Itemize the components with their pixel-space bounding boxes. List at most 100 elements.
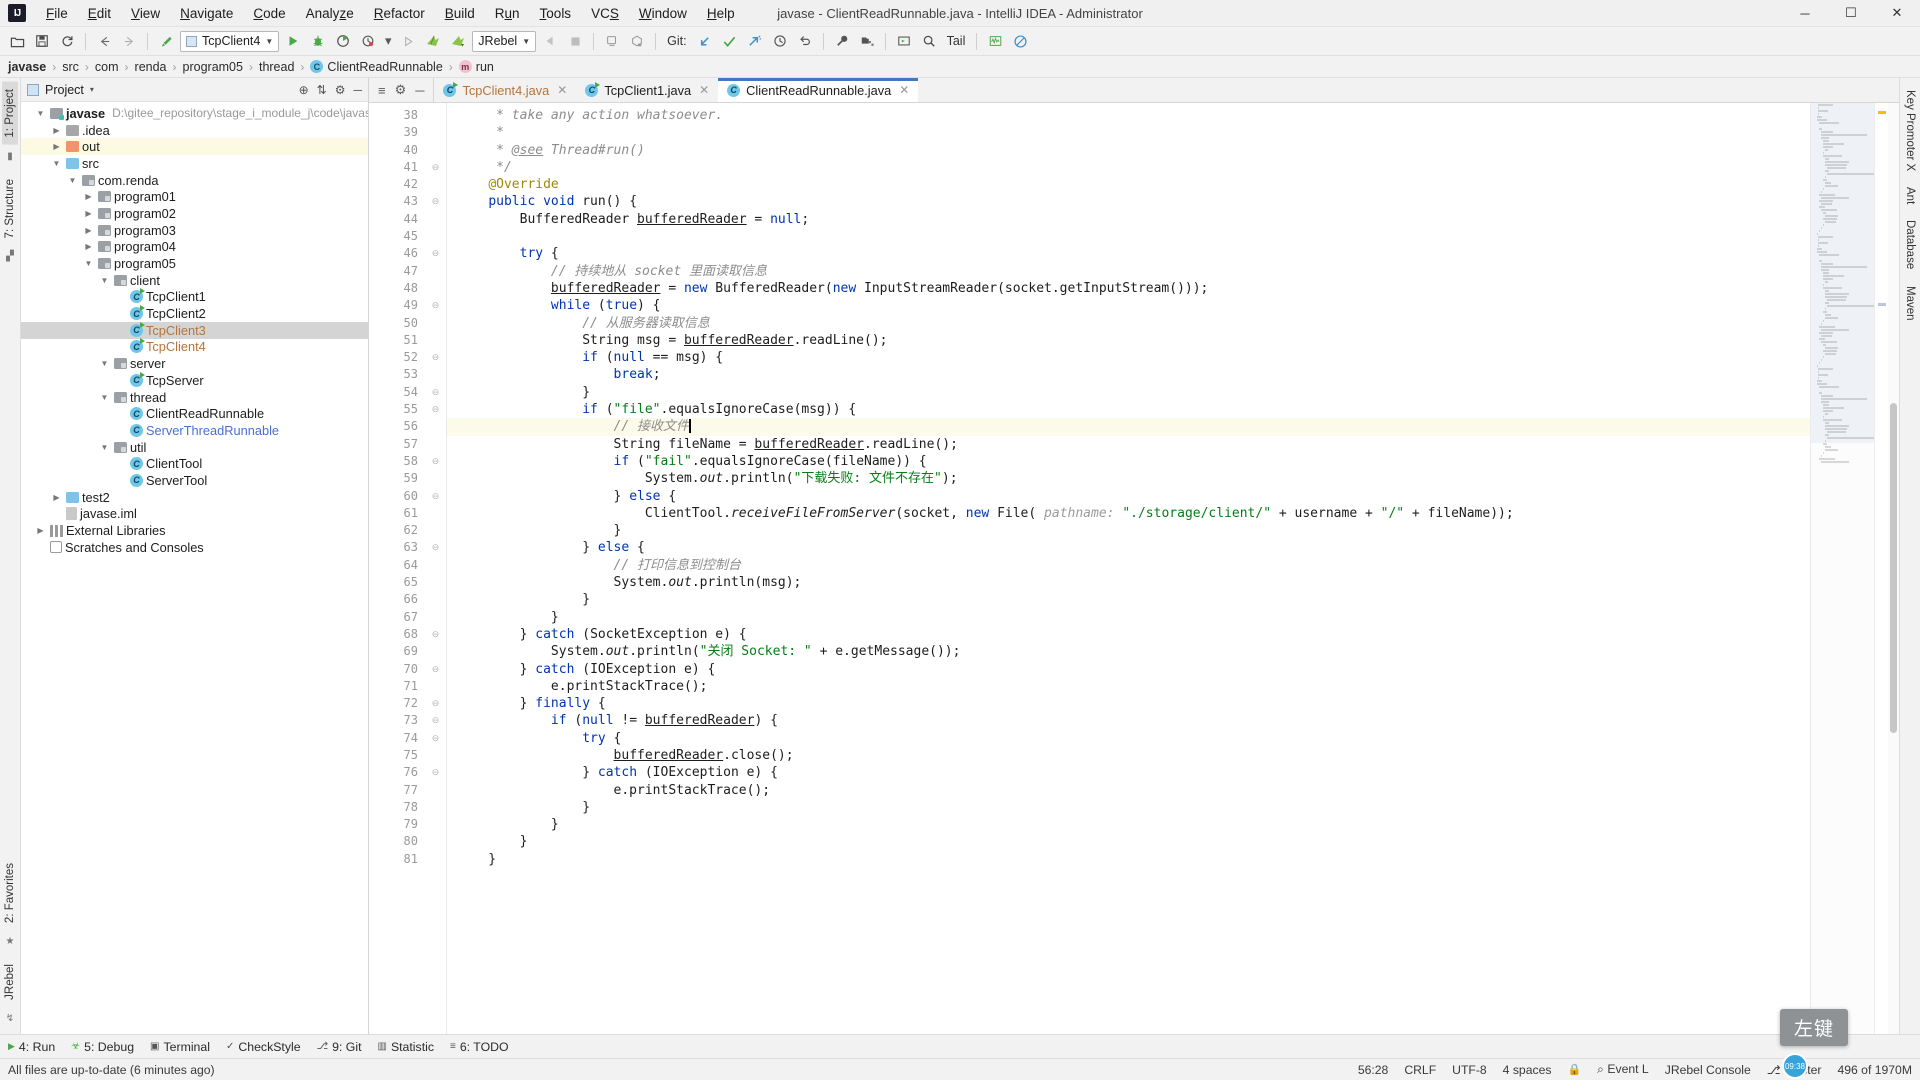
tab-tcpclient1[interactable]: C TcpClient1.java ✕ <box>576 78 719 102</box>
tree-node-server[interactable]: ▼ server <box>21 355 368 372</box>
tree-expand-arrow[interactable]: ▶ <box>83 209 94 218</box>
line-number[interactable]: 62 <box>369 522 425 539</box>
tree-expand-arrow[interactable]: ▼ <box>83 259 94 268</box>
disable-icon[interactable] <box>1009 30 1031 52</box>
minimap-viewport[interactable] <box>1811 103 1874 443</box>
build-project-icon[interactable] <box>155 30 177 52</box>
line-number[interactable]: 79 <box>369 816 425 833</box>
tree-expand-arrow[interactable]: ▼ <box>99 393 110 402</box>
code-line[interactable]: // 接收文件 <box>447 418 1810 436</box>
code-line[interactable]: } <box>447 833 1810 850</box>
breadcrumb-program05[interactable]: program05 <box>183 60 243 74</box>
breadcrumb-clientreadrunnable[interactable]: ClientReadRunnable <box>327 60 442 74</box>
menu-file[interactable]: File <box>36 2 78 25</box>
line-number[interactable]: 61 <box>369 505 425 522</box>
fold-toggle[interactable]: ⊖ <box>425 764 446 781</box>
code-line[interactable]: ClientTool.receiveFileFromServer(socket,… <box>447 505 1810 522</box>
code-line[interactable]: bufferedReader.close(); <box>447 747 1810 764</box>
toolwindow-terminal[interactable]: ▣ Terminal <box>150 1040 210 1054</box>
project-panel-title[interactable]: Project <box>45 83 84 97</box>
toolwindow-statistic[interactable]: ▥ Statistic <box>377 1040 434 1054</box>
line-number[interactable]: 53 <box>369 366 425 383</box>
fold-toggle[interactable]: ⊖ <box>425 661 446 678</box>
code-line[interactable]: System.out.println("关闭 Socket: " + e.get… <box>447 643 1810 660</box>
code-line[interactable]: System.out.println("下载失败: 文件不存在"); <box>447 470 1810 487</box>
code-line[interactable]: } <box>447 851 1810 868</box>
project-tree[interactable]: ▼ javase D:\gitee_repository\stage_i_modul… <box>21 102 368 1034</box>
line-number[interactable]: 80 <box>369 833 425 850</box>
code-line[interactable]: System.out.println(msg); <box>447 574 1810 591</box>
line-number[interactable]: 78 <box>369 799 425 816</box>
code-line[interactable]: if ("file".equalsIgnoreCase(msg)) { <box>447 401 1810 418</box>
code-line[interactable]: } catch (SocketException e) { <box>447 626 1810 643</box>
line-number[interactable]: 46 <box>369 245 425 262</box>
line-number[interactable]: 44 <box>369 211 425 228</box>
line-number-gutter[interactable]: 383940414243I444546474849505152535455565… <box>369 103 439 1034</box>
navigate-back-icon[interactable] <box>93 30 115 52</box>
line-number[interactable]: 76 <box>369 764 425 781</box>
tree-node-client[interactable]: ▼ client <box>21 272 368 289</box>
line-number[interactable]: 48 <box>369 280 425 297</box>
tree-node-src[interactable]: ▼ src <box>21 155 368 172</box>
breadcrumb-run[interactable]: run <box>476 60 494 74</box>
tree-node-clienttool[interactable]: ▶CClientTool <box>21 455 368 472</box>
tab-clientreadrunnable[interactable]: C ClientReadRunnable.java ✕ <box>718 78 919 102</box>
tab-tcpclient4[interactable]: C TcpClient4.java ✕ <box>434 78 577 102</box>
tree-node-tcpclient4[interactable]: ▶CTcpClient4 <box>21 338 368 356</box>
monitor-icon[interactable] <box>984 30 1006 52</box>
event-log[interactable]: ⌕ Event L <box>1597 1062 1649 1077</box>
code-line[interactable]: * @see Thread#run() <box>447 142 1810 159</box>
tree-expand-arrow[interactable]: ▼ <box>67 176 78 185</box>
menu-help[interactable]: Help <box>697 2 745 25</box>
line-number[interactable]: 71 <box>369 678 425 695</box>
tree-expand-arrow[interactable]: ▼ <box>35 109 46 118</box>
line-number[interactable]: 47 <box>369 263 425 280</box>
tree-node-tcpclient3[interactable]: ▶CTcpClient3 <box>21 321 368 339</box>
line-number[interactable]: 66 <box>369 591 425 608</box>
memory-indicator[interactable]: 496 of 1970M <box>1837 1063 1912 1077</box>
code-line[interactable]: } <box>447 799 1810 816</box>
rail-button-jrebel[interactable]: JRebel <box>2 957 18 1007</box>
fold-toggle[interactable]: ⊖ <box>425 453 446 470</box>
tree-node-tcpclient2[interactable]: ▶CTcpClient2 <box>21 305 368 322</box>
git-history-icon[interactable] <box>769 30 791 52</box>
menu-window[interactable]: Window <box>629 2 697 25</box>
code-line[interactable]: } <box>447 609 1810 626</box>
code-line[interactable]: e.printStackTrace(); <box>447 678 1810 695</box>
debug-icon[interactable] <box>307 30 329 52</box>
code-line[interactable]: while (true) { <box>447 297 1810 314</box>
tree-expand-arrow[interactable]: ▶ <box>51 142 62 151</box>
fold-toggle[interactable]: ⊖ <box>425 159 446 176</box>
code-line[interactable]: } <box>447 522 1810 539</box>
tree-expand-arrow[interactable]: ▶ <box>83 242 94 251</box>
toolwindow-debug[interactable]: ☣ 5: Debug <box>71 1040 134 1054</box>
tree-node-program05[interactable]: ▼ program05 <box>21 255 368 272</box>
tree-node-program02[interactable]: ▶ program02 <box>21 205 368 222</box>
code-line[interactable]: if (null != bufferedReader) { <box>447 712 1810 729</box>
fold-toggle[interactable]: ⊖ <box>425 384 446 401</box>
stripe-change-mark[interactable] <box>1878 303 1886 306</box>
git-commit-icon[interactable] <box>719 30 741 52</box>
search-everywhere-icon[interactable] <box>918 30 940 52</box>
code-line[interactable]: } <box>447 816 1810 833</box>
menu-code[interactable]: Code <box>243 2 295 25</box>
close-icon-tcpclient1[interactable]: ✕ <box>699 83 709 97</box>
step-back-icon[interactable] <box>539 30 561 52</box>
tree-node-clientreadrunnable[interactable]: ▶CClientReadRunnable <box>21 405 368 422</box>
menu-vcs[interactable]: VCS <box>581 2 629 25</box>
save-all-icon[interactable] <box>31 30 53 52</box>
line-number[interactable]: 51 <box>369 332 425 349</box>
code-folding-gutter[interactable]: ⊖ ⊖ ⊖ ⊖ ⊖ ⊖ ⊖ ⊖ ⊖ ⊖ ⊖ ⊖ ⊖ ⊖ ⊖ ⊖ <box>425 103 447 1034</box>
menu-edit[interactable]: Edit <box>78 2 121 25</box>
rail-button-ant[interactable]: Ant <box>1902 179 1918 212</box>
tree-node-serverthreadrunnable[interactable]: ▶CServerThreadRunnable <box>21 422 368 439</box>
line-number[interactable]: 72 <box>369 695 425 712</box>
fold-toggle[interactable]: ⊖ <box>425 539 446 556</box>
tree-node-com-renda[interactable]: ▼ com.renda <box>21 172 368 189</box>
stop-icon[interactable] <box>564 30 586 52</box>
line-number[interactable]: 59 <box>369 470 425 487</box>
close-button[interactable]: ✕ <box>1874 0 1920 26</box>
tree-expand-arrow[interactable]: ▼ <box>99 276 110 285</box>
tree-expand-arrow[interactable]: ▼ <box>99 359 110 368</box>
tree-node-servertool[interactable]: ▶CServerTool <box>21 472 368 489</box>
